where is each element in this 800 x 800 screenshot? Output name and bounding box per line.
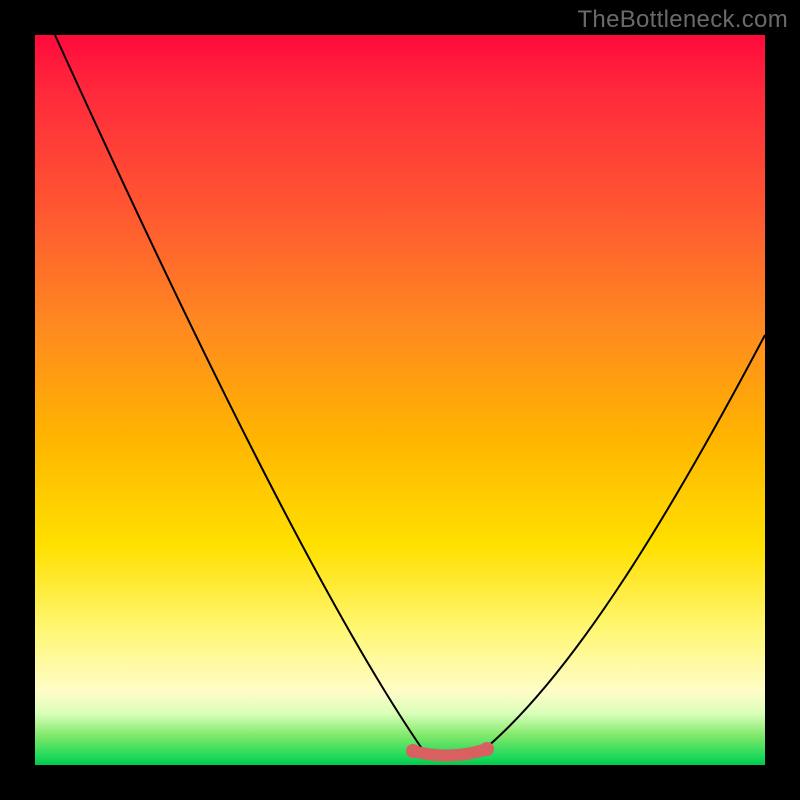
- plot-area: [35, 35, 765, 765]
- watermark-text: TheBottleneck.com: [577, 6, 788, 34]
- valley-highlight: [413, 749, 487, 756]
- chart-frame: TheBottleneck.com: [0, 0, 800, 800]
- valley-dot-right: [480, 742, 494, 756]
- bottleneck-curve-svg: [35, 35, 765, 765]
- bottleneck-curve: [55, 35, 765, 758]
- valley-dot-left: [406, 744, 420, 758]
